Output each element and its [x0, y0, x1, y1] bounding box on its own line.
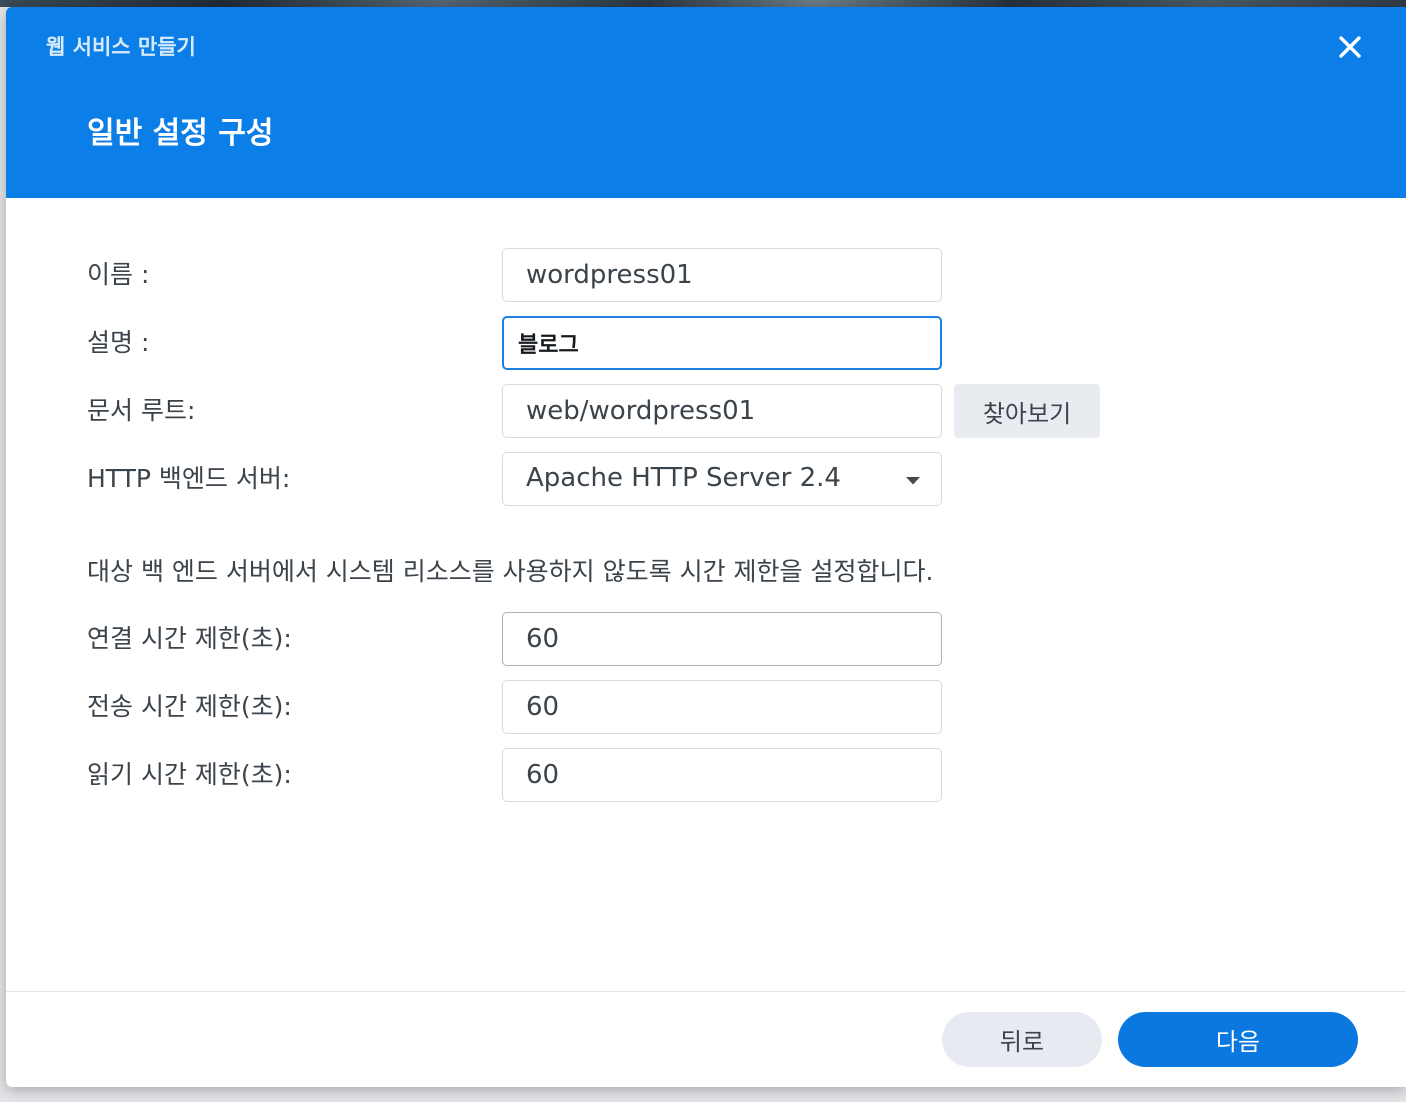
read-timeout-label: 읽기 시간 제한(초):	[87, 760, 292, 789]
form-body: 이름 : 설명 : 문서 루트: 찾아보기 HTTP 백엔드 서버: Apach…	[6, 7, 1406, 991]
read-timeout-input[interactable]	[502, 748, 942, 802]
document-root-input[interactable]	[502, 384, 942, 438]
back-button[interactable]: 뒤로	[942, 1012, 1102, 1067]
caret-down-icon[interactable]	[905, 476, 921, 485]
dialog-footer: 뒤로 다음	[6, 991, 1406, 1087]
description-label: 설명 :	[87, 328, 150, 357]
browse-button[interactable]: 찾아보기	[954, 384, 1100, 438]
connect-timeout-label: 연결 시간 제한(초):	[87, 624, 292, 653]
desktop-wallpaper	[0, 0, 1406, 7]
description-input[interactable]	[502, 316, 942, 370]
connect-timeout-input[interactable]	[502, 612, 942, 666]
http-backend-label: HTTP 백엔드 서버:	[87, 464, 291, 493]
send-timeout-input[interactable]	[502, 680, 942, 734]
http-backend-select-value: Apache HTTP Server 2.4	[526, 463, 841, 493]
send-timeout-label: 전송 시간 제한(초):	[87, 692, 292, 721]
create-web-service-dialog: 웹 서비스 만들기 일반 설정 구성 이름 : 설명 : 문서 루트: 찾아보기…	[6, 7, 1406, 1087]
name-input[interactable]	[502, 248, 942, 302]
timeout-note: 대상 백 엔드 서버에서 시스템 리소스를 사용하지 않도록 시간 제한을 설정…	[87, 557, 934, 586]
http-backend-select[interactable]: Apache HTTP Server 2.4	[502, 452, 942, 506]
footer-divider	[6, 991, 1406, 992]
name-label: 이름 :	[87, 260, 150, 289]
next-button[interactable]: 다음	[1118, 1012, 1358, 1067]
document-root-label: 문서 루트:	[87, 396, 196, 425]
